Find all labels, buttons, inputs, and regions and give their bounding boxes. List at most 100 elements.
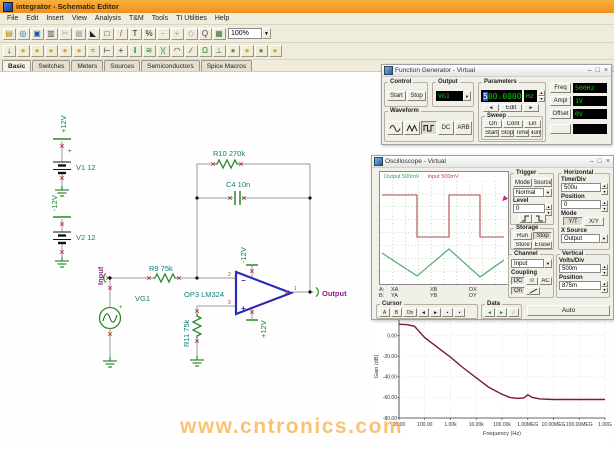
- label-v1[interactable]: V1 12: [76, 163, 96, 172]
- digit-left-button[interactable]: ◄: [483, 104, 499, 112]
- current-generator-icon[interactable]: ●: [73, 45, 86, 57]
- inductor-icon[interactable]: ≋: [143, 45, 156, 57]
- print-icon[interactable]: ▥: [45, 28, 58, 40]
- voltsdiv-stepper[interactable]: 500m ▲▼: [559, 264, 608, 273]
- label-minus12[interactable]: -12V: [50, 195, 59, 211]
- coupling-zero-button[interactable]: 0: [526, 277, 538, 285]
- channel-slope-button[interactable]: [526, 287, 540, 295]
- chevron-down-icon[interactable]: ▼: [463, 91, 471, 101]
- frequency-stepper[interactable]: ▲▼: [538, 90, 545, 102]
- resistor-r9[interactable]: [153, 274, 177, 282]
- oscilloscope-window[interactable]: Oscilloscope - Virtual – □ × Output 500m…: [371, 155, 614, 320]
- v-position-stepper[interactable]: 875m ▲▼: [559, 281, 608, 290]
- percent-icon[interactable]: %: [143, 28, 156, 40]
- fg-stop-button[interactable]: Stop: [407, 91, 426, 101]
- cursor-button-0[interactable]: A: [379, 308, 390, 317]
- zoom-in-icon[interactable]: +: [171, 28, 184, 40]
- triangle-wave-button[interactable]: [404, 121, 420, 135]
- tab-sources[interactable]: Sources: [104, 60, 140, 71]
- frequency-display[interactable]: 500.0000: [481, 90, 522, 102]
- cut-icon[interactable]: ✂: [59, 28, 72, 40]
- edit-button[interactable]: Edit: [500, 104, 522, 112]
- label-plus12[interactable]: +12V: [59, 115, 68, 133]
- dc-wave-button[interactable]: DC: [438, 121, 454, 135]
- rising-edge-button[interactable]: [519, 214, 532, 223]
- battery-v2[interactable]: [53, 232, 71, 243]
- voltage-generator-icon[interactable]: ●: [59, 45, 72, 57]
- chevron-down-icon[interactable]: ▼: [600, 234, 608, 243]
- resistor-r10[interactable]: [215, 160, 239, 168]
- chevron-down-icon[interactable]: ▼: [544, 259, 552, 268]
- cursor-button-6[interactable]: ▪: [454, 308, 465, 317]
- minimize-icon[interactable]: –: [590, 157, 594, 166]
- jumper-icon[interactable]: ⊢: [101, 45, 114, 57]
- xy-mode-button[interactable]: X/Y: [584, 217, 604, 226]
- chevron-down-icon[interactable]: ▼: [544, 188, 552, 197]
- timediv-stepper[interactable]: 500u ▲▼: [561, 183, 608, 192]
- current-source-icon[interactable]: ●: [45, 45, 58, 57]
- switch-icon[interactable]: ∕: [185, 45, 198, 57]
- ground-r11[interactable]: [190, 356, 204, 366]
- export-icon[interactable]: ◎: [17, 28, 30, 40]
- oscilloscope-titlebar[interactable]: Oscilloscope - Virtual – □ ×: [372, 156, 613, 168]
- output-jack[interactable]: [316, 288, 318, 297]
- wire-icon[interactable]: ↓: [3, 45, 16, 57]
- chevron-down-icon[interactable]: ▼: [262, 28, 271, 39]
- data-first-icon[interactable]: ◄: [484, 308, 495, 317]
- maximize-icon[interactable]: □: [596, 66, 600, 75]
- cursor-button-1[interactable]: B: [391, 308, 402, 317]
- cursor-button-4[interactable]: ►: [430, 308, 441, 317]
- battery-v1[interactable]: [53, 162, 71, 173]
- zoom-window-icon[interactable]: □: [101, 28, 114, 40]
- menu-help[interactable]: Help: [211, 15, 233, 22]
- menu-ti-utilities[interactable]: TI Utilities: [172, 15, 211, 22]
- close-icon[interactable]: ×: [604, 66, 608, 75]
- sweep-stop-button[interactable]: Stop: [500, 129, 514, 137]
- spin-down-icon[interactable]: ▼: [545, 210, 552, 216]
- trigger-level-stepper[interactable]: 0 ▲▼: [513, 204, 552, 213]
- xsource-select[interactable]: Output ▼: [561, 234, 608, 243]
- zoom-value[interactable]: 100%: [228, 28, 262, 39]
- label-op-plus12[interactable]: +12V: [259, 320, 268, 338]
- sweep-start-button[interactable]: Start: [484, 129, 499, 137]
- zoom-out-icon[interactable]: −: [157, 28, 170, 40]
- maximize-icon[interactable]: □: [598, 157, 602, 166]
- menu-view[interactable]: View: [68, 15, 91, 22]
- h-position-stepper[interactable]: 0 ▲▼: [561, 200, 608, 209]
- transformer-icon[interactable]: )(: [157, 45, 170, 57]
- spin-down-icon[interactable]: ▼: [601, 287, 608, 293]
- menu-analysis[interactable]: Analysis: [91, 15, 125, 22]
- copy-icon[interactable]: ▦: [73, 28, 86, 40]
- fg-start-button[interactable]: Start: [387, 91, 406, 101]
- open-file-icon[interactable]: ▤: [3, 28, 16, 40]
- sweep-cont-button[interactable]: Cont: [503, 120, 523, 128]
- arb-wave-button[interactable]: ARB: [455, 121, 472, 135]
- label-input[interactable]: Input: [96, 266, 105, 285]
- label-op-minus12[interactable]: -12V: [239, 247, 248, 263]
- label-c4[interactable]: C4 10n: [226, 180, 250, 189]
- label-r11[interactable]: R11 75k: [182, 319, 191, 347]
- menu-insert[interactable]: Insert: [42, 15, 68, 22]
- label-opamp[interactable]: OP3 LM324: [184, 290, 224, 299]
- storage-run-button[interactable]: Run: [513, 232, 532, 240]
- cursor-button-3[interactable]: ◄: [418, 308, 429, 317]
- function-generator-window[interactable]: Function Generator - Virtual – □ × Contr…: [381, 64, 612, 145]
- coupling-dc-button[interactable]: DC: [511, 277, 525, 285]
- cursor-button-5[interactable]: ▪: [442, 308, 453, 317]
- auto-button[interactable]: Auto: [527, 305, 610, 316]
- save-icon[interactable]: ▣: [31, 28, 44, 40]
- menu-t-m[interactable]: T&M: [125, 15, 148, 22]
- relay-icon[interactable]: ◠: [171, 45, 184, 57]
- tab-meters[interactable]: Meters: [71, 60, 103, 71]
- ground-vg1[interactable]: [103, 357, 117, 367]
- menu-file[interactable]: File: [3, 15, 22, 22]
- storage-store-button[interactable]: Store: [513, 241, 532, 249]
- cursor-button-2[interactable]: On: [403, 308, 417, 317]
- tab-basic[interactable]: Basic: [2, 60, 31, 71]
- digit-right-button[interactable]: ►: [523, 104, 539, 112]
- oscilloscope-icon[interactable]: ●: [269, 45, 282, 57]
- menu-tools[interactable]: Tools: [148, 15, 172, 22]
- channel-select[interactable]: Input ▼: [511, 259, 552, 268]
- freq-readout-button[interactable]: Freq: [550, 83, 571, 93]
- sweep-time-button[interactable]: Time: [515, 129, 529, 137]
